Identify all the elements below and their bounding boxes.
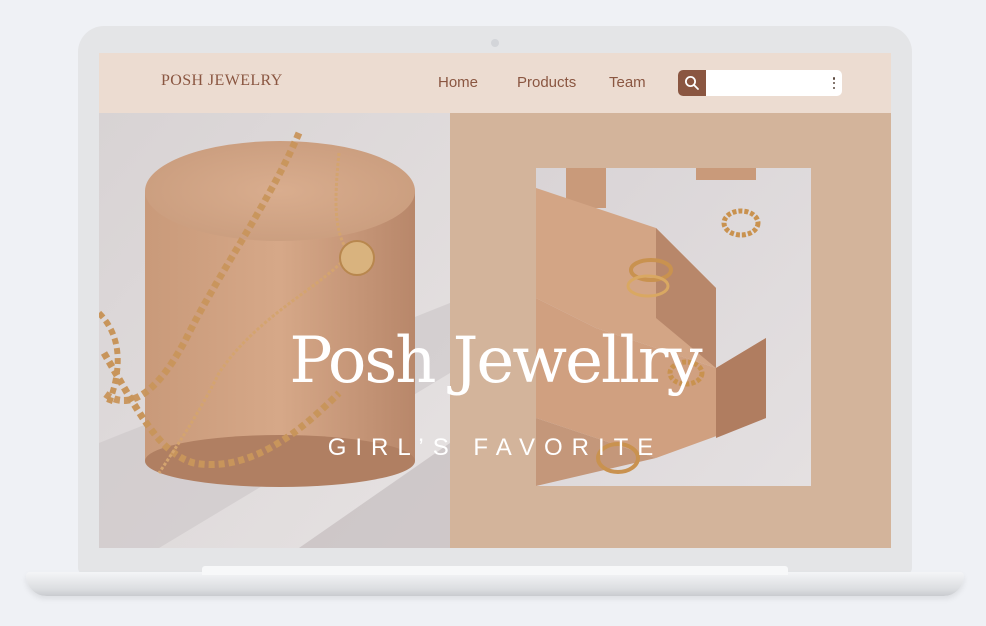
search-icon bbox=[685, 76, 699, 90]
navbar: POSH JEWELRY Home Products Team bbox=[99, 53, 891, 113]
hero-section: Posh Jewellry GIRL’S FAVORITE bbox=[99, 113, 891, 548]
hero-title: Posh Jewellry bbox=[289, 324, 702, 398]
more-vertical-icon[interactable] bbox=[832, 77, 836, 89]
brand-logo[interactable]: POSH JEWELRY bbox=[161, 72, 283, 90]
nav-home-link[interactable]: Home bbox=[438, 74, 478, 91]
webcam bbox=[491, 39, 499, 47]
nav-team-link[interactable]: Team bbox=[609, 74, 646, 91]
search-input[interactable] bbox=[708, 70, 826, 96]
laptop-mockup-scene: POSH JEWELRY Home Products Team Posh Jew… bbox=[0, 0, 986, 626]
search-button[interactable] bbox=[678, 70, 706, 96]
website-screen: POSH JEWELRY Home Products Team Posh Jew… bbox=[99, 53, 891, 548]
laptop-base-notch bbox=[202, 566, 788, 575]
nav-products-link[interactable]: Products bbox=[517, 74, 576, 91]
search-bar bbox=[678, 70, 842, 96]
laptop-base bbox=[26, 572, 964, 596]
hero-subtitle: GIRL’S FAVORITE bbox=[327, 434, 663, 461]
